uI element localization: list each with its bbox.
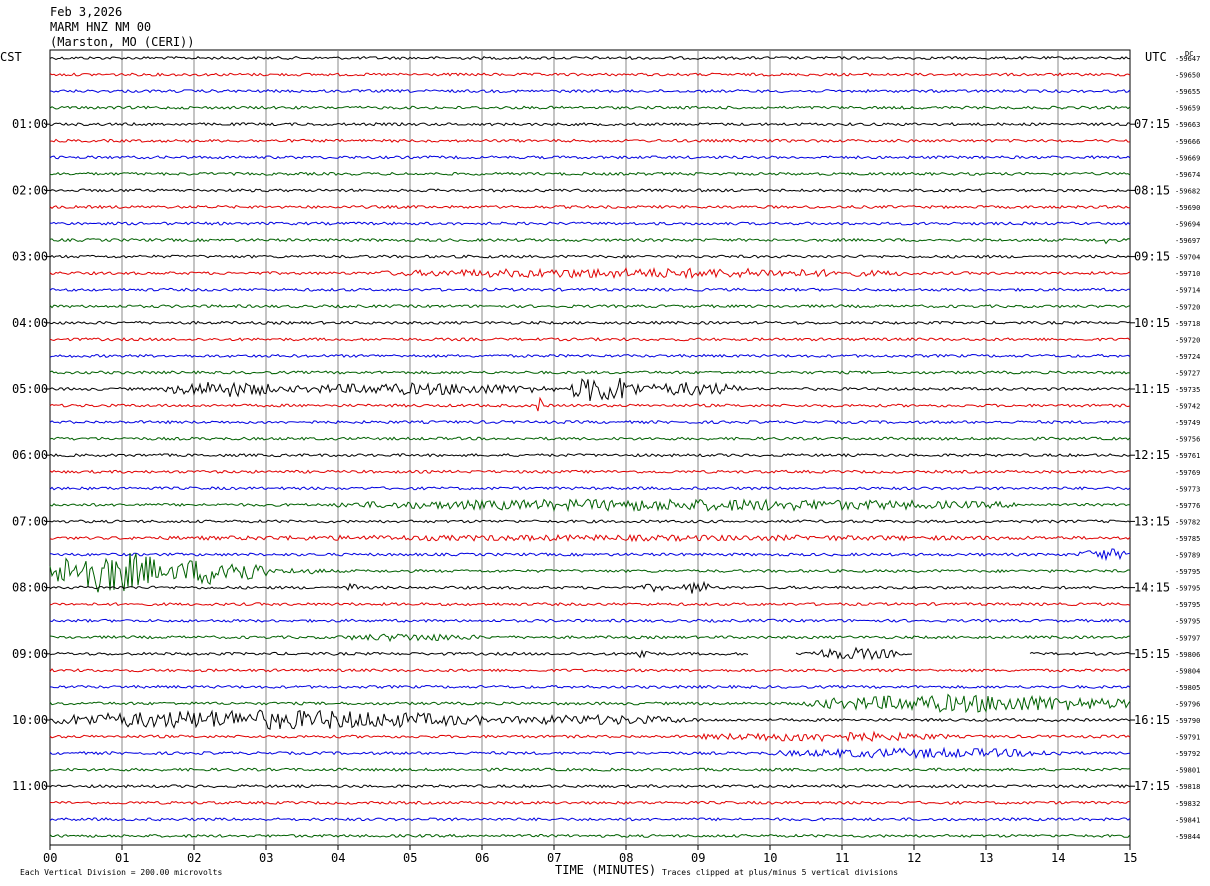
dc-offset-label: -59795 bbox=[1175, 568, 1200, 576]
dc-offset-label: -59694 bbox=[1175, 221, 1200, 229]
dc-offset-label: -59666 bbox=[1175, 138, 1200, 146]
cst-hour-label: 01:00 bbox=[12, 117, 48, 131]
utc-hour-label: 17:15 bbox=[1134, 779, 1170, 793]
dc-offset-label: -59789 bbox=[1175, 552, 1200, 560]
x-tick-label: 13 bbox=[979, 851, 993, 865]
cst-hour-label: 07:00 bbox=[12, 514, 48, 528]
dc-offset-label: -59727 bbox=[1175, 369, 1200, 377]
dc-offset-label: -59801 bbox=[1175, 767, 1200, 775]
dc-offset-label: -59647 bbox=[1175, 55, 1200, 63]
dc-offset-label: -59796 bbox=[1175, 700, 1200, 708]
dc-offset-label: -59795 bbox=[1175, 601, 1200, 609]
dc-offset-label: -59795 bbox=[1175, 618, 1200, 626]
dc-offset-label: -59655 bbox=[1175, 88, 1200, 96]
cst-hour-label: 10:00 bbox=[12, 713, 48, 727]
dc-offset-label: -59844 bbox=[1175, 833, 1200, 841]
cst-hour-label: 11:00 bbox=[12, 779, 48, 793]
dc-offset-label: -59724 bbox=[1175, 353, 1200, 361]
cst-hour-label: 08:00 bbox=[12, 581, 48, 595]
utc-hour-label: 09:15 bbox=[1134, 250, 1170, 264]
dc-offset-label: -59749 bbox=[1175, 419, 1200, 427]
x-tick-label: 03 bbox=[259, 851, 273, 865]
dc-offset-label: -59720 bbox=[1175, 303, 1200, 311]
cst-hour-label: 04:00 bbox=[12, 316, 48, 330]
cst-hour-label: 06:00 bbox=[12, 448, 48, 462]
x-tick-label: 11 bbox=[835, 851, 849, 865]
x-tick-label: 15 bbox=[1123, 851, 1137, 865]
dc-offset-label: -59832 bbox=[1175, 800, 1200, 808]
utc-hour-label: 16:15 bbox=[1134, 713, 1170, 727]
x-tick-label: 04 bbox=[331, 851, 345, 865]
x-axis-label: TIME (MINUTES) bbox=[555, 863, 656, 877]
utc-hour-label: 12:15 bbox=[1134, 448, 1170, 462]
dc-offset-label: -59718 bbox=[1175, 320, 1200, 328]
dc-offset-label: -59792 bbox=[1175, 750, 1200, 758]
dc-offset-label: -59761 bbox=[1175, 452, 1200, 460]
header-location: (Marston, MO (CERI)) bbox=[50, 35, 195, 49]
x-tick-label: 00 bbox=[43, 851, 57, 865]
dc-offset-label: -59806 bbox=[1175, 651, 1200, 659]
dc-offset-label: -59650 bbox=[1175, 72, 1200, 80]
utc-hour-label: 07:15 bbox=[1134, 117, 1170, 131]
x-tick-label: 14 bbox=[1051, 851, 1065, 865]
dc-offset-label: -59790 bbox=[1175, 717, 1200, 725]
cst-hour-label: 09:00 bbox=[12, 647, 48, 661]
dc-offset-label: -59714 bbox=[1175, 287, 1200, 295]
x-tick-label: 12 bbox=[907, 851, 921, 865]
header-station: MARM HNZ NM 00 bbox=[50, 20, 151, 34]
dc-offset-label: -59795 bbox=[1175, 585, 1200, 593]
helicorder-chart: Feb 3,2026 MARM HNZ NM 00 (Marston, MO (… bbox=[0, 0, 1210, 886]
x-tick-label: 05 bbox=[403, 851, 417, 865]
dc-offset-label: -59805 bbox=[1175, 684, 1200, 692]
dc-offset-label: -59769 bbox=[1175, 469, 1200, 477]
utc-hour-label: 15:15 bbox=[1134, 647, 1170, 661]
x-tick-label: 01 bbox=[115, 851, 129, 865]
utc-hour-label: 08:15 bbox=[1134, 183, 1170, 197]
utc-hour-label: 10:15 bbox=[1134, 316, 1170, 330]
dc-offset-label: -59663 bbox=[1175, 121, 1200, 129]
utc-hour-label: 11:15 bbox=[1134, 382, 1170, 396]
clipping-note: Traces clipped at plus/minus 5 vertical … bbox=[662, 868, 898, 877]
dc-offset-label: -59841 bbox=[1175, 816, 1200, 824]
dc-offset-label: -59773 bbox=[1175, 485, 1200, 493]
dc-offset-label: -59690 bbox=[1175, 204, 1200, 212]
cst-hour-label: 03:00 bbox=[12, 250, 48, 264]
right-timezone-label: UTC bbox=[1145, 50, 1167, 64]
dc-offset-label: -59797 bbox=[1175, 634, 1200, 642]
dc-offset-label: -59782 bbox=[1175, 518, 1200, 526]
x-tick-label: 09 bbox=[691, 851, 705, 865]
dc-offset-label: -59785 bbox=[1175, 535, 1200, 543]
dc-offset-label: -59697 bbox=[1175, 237, 1200, 245]
dc-offset-label: -59756 bbox=[1175, 436, 1200, 444]
dc-offset-label: -59720 bbox=[1175, 336, 1200, 344]
utc-hour-label: 14:15 bbox=[1134, 581, 1170, 595]
dc-offset-label: -59659 bbox=[1175, 105, 1200, 113]
dc-offset-label: -59682 bbox=[1175, 187, 1200, 195]
dc-offset-label: -59669 bbox=[1175, 154, 1200, 162]
dc-offset-label: -59791 bbox=[1175, 734, 1200, 742]
dc-offset-label: -59735 bbox=[1175, 386, 1200, 394]
x-tick-label: 06 bbox=[475, 851, 489, 865]
dc-offset-label: -59710 bbox=[1175, 270, 1200, 278]
dc-offset-label: -59776 bbox=[1175, 502, 1200, 510]
vertical-division-note: Each Vertical Division = 200.00 microvol… bbox=[20, 868, 222, 877]
left-timezone-label: CST bbox=[0, 50, 22, 64]
cst-hour-label: 02:00 bbox=[12, 183, 48, 197]
dc-offset-label: -59818 bbox=[1175, 783, 1200, 791]
cst-hour-label: 05:00 bbox=[12, 382, 48, 396]
x-tick-label: 02 bbox=[187, 851, 201, 865]
dc-offset-label: -59804 bbox=[1175, 667, 1200, 675]
x-tick-label: 10 bbox=[763, 851, 777, 865]
dc-offset-label: -59742 bbox=[1175, 403, 1200, 411]
utc-hour-label: 13:15 bbox=[1134, 514, 1170, 528]
dc-offset-label: -59674 bbox=[1175, 171, 1200, 179]
header-date: Feb 3,2026 bbox=[50, 5, 122, 19]
dc-offset-label: -59704 bbox=[1175, 254, 1200, 262]
